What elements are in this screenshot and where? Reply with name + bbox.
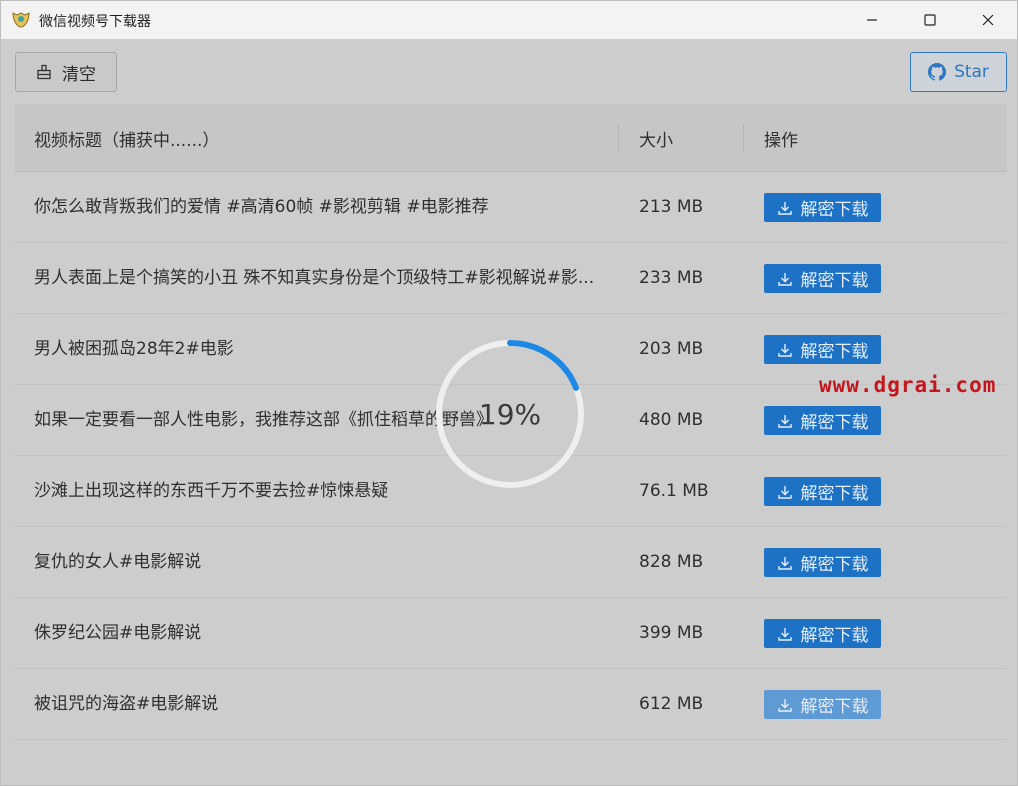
clear-button-label: 清空 <box>62 64 96 85</box>
download-button-label: 解密下载 <box>800 413 869 433</box>
download-button-label: 解密下载 <box>800 626 869 646</box>
app-logo-icon <box>12 12 30 28</box>
video-size: 203 MB <box>639 339 704 359</box>
video-size: 480 MB <box>639 410 704 430</box>
decrypt-download-button[interactable]: 解密下载 <box>764 406 881 435</box>
table-row: 被诅咒的海盗#电影解说 612 MB 解密下载 <box>15 669 1007 740</box>
column-header-size: 大小 <box>639 130 673 151</box>
download-icon <box>777 485 792 499</box>
download-button-label: 解密下载 <box>800 697 869 717</box>
title-bar: 微信视频号下载器 <box>1 1 1017 39</box>
minimize-button[interactable] <box>843 1 901 39</box>
watermark: www.dgrai.com <box>819 373 997 397</box>
download-button-label: 解密下载 <box>800 271 869 291</box>
video-title: 男人表面上是个搞笑的小丑 殊不知真实身份是个顶级特工#影视解说#影... <box>34 268 595 288</box>
video-title: 你怎么敢背叛我们的爱情 #高清60帧 #影视剪辑 #电影推荐 <box>34 197 489 217</box>
download-icon <box>777 201 792 215</box>
video-size: 612 MB <box>639 694 704 714</box>
column-divider[interactable] <box>618 124 619 152</box>
decrypt-download-button[interactable]: 解密下载 <box>764 477 881 506</box>
video-title: 复仇的女人#电影解说 <box>34 552 202 572</box>
download-icon <box>777 272 792 286</box>
decrypt-download-button[interactable]: 解密下载 <box>764 335 881 364</box>
table-header: 视频标题（捕获中......） 大小 操作 <box>15 104 1007 172</box>
download-button-label: 解密下载 <box>800 555 869 575</box>
video-size: 213 MB <box>639 197 704 217</box>
progress-percent: 19% <box>478 397 542 431</box>
clear-button[interactable]: 清空 <box>15 52 117 92</box>
video-size: 233 MB <box>639 268 704 288</box>
download-icon <box>777 556 792 570</box>
decrypt-download-button[interactable]: 解密下载 <box>764 619 881 648</box>
video-title: 侏罗纪公园#电影解说 <box>34 623 202 643</box>
download-button-label: 解密下载 <box>800 200 869 220</box>
decrypt-download-button[interactable]: 解密下载 <box>764 548 881 577</box>
column-header-title: 视频标题（捕获中......） <box>34 130 220 151</box>
column-header-action: 操作 <box>764 130 798 151</box>
decrypt-download-button[interactable]: 解密下载 <box>764 690 881 719</box>
video-size: 399 MB <box>639 623 704 643</box>
broom-icon <box>37 64 51 80</box>
table-row: 复仇的女人#电影解说 828 MB 解密下载 <box>15 527 1007 598</box>
maximize-button[interactable] <box>901 1 959 39</box>
close-button[interactable] <box>959 1 1017 39</box>
download-icon <box>777 627 792 641</box>
video-title: 被诅咒的海盗#电影解说 <box>34 694 219 714</box>
maximize-icon <box>924 14 936 26</box>
table-row: 你怎么敢背叛我们的爱情 #高清60帧 #影视剪辑 #电影推荐 213 MB 解密下载 <box>15 172 1007 243</box>
github-star-button[interactable]: Star <box>910 52 1007 92</box>
video-size: 76.1 MB <box>639 481 709 501</box>
close-icon <box>982 14 994 26</box>
window-title: 微信视频号下载器 <box>39 14 151 30</box>
decrypt-download-button[interactable]: 解密下载 <box>764 193 881 222</box>
github-icon <box>928 63 947 81</box>
download-icon <box>777 343 792 357</box>
download-button-label: 解密下载 <box>800 342 869 362</box>
table-row: 侏罗纪公园#电影解说 399 MB 解密下载 <box>15 598 1007 669</box>
download-icon <box>777 414 792 428</box>
download-icon <box>777 698 792 712</box>
table-row: 男人表面上是个搞笑的小丑 殊不知真实身份是个顶级特工#影视解说#影... 233 … <box>15 243 1007 314</box>
video-size: 828 MB <box>639 552 704 572</box>
star-button-label: Star <box>954 62 989 82</box>
column-divider[interactable] <box>743 124 744 152</box>
download-button-label: 解密下载 <box>800 484 869 504</box>
minimize-icon <box>867 19 877 21</box>
decrypt-download-button[interactable]: 解密下载 <box>764 264 881 293</box>
app-window: 微信视频号下载器 清空 Star 视频标题（捕获中......） 大小 操作 你… <box>0 0 1018 786</box>
